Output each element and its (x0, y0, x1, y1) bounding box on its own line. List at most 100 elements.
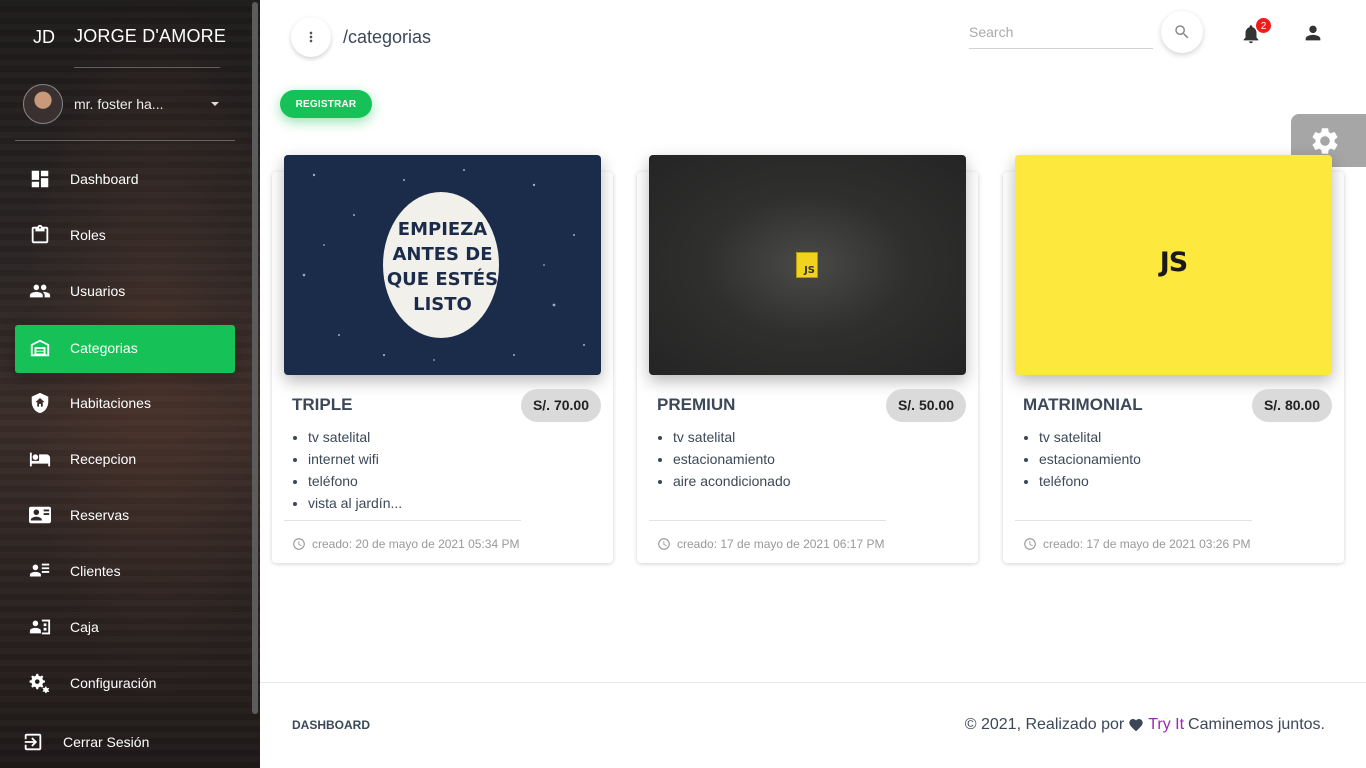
created-date: creado: 20 de mayo de 2021 05:34 PM (312, 537, 520, 551)
list-item: teléfono (1039, 472, 1141, 494)
sidebar-item-label: Configuración (70, 675, 157, 691)
card-image: JS (1015, 155, 1332, 375)
caret-down-icon (211, 102, 219, 106)
sidebar-item-caja[interactable]: Caja (15, 604, 235, 652)
brand[interactable]: JD JORGE D'AMORE (0, 0, 250, 68)
poster-line: QUE ESTÉS (386, 269, 499, 290)
card-title: MATRIMONIAL (1023, 395, 1143, 414)
sidebar-item-label: Usuarios (70, 283, 126, 299)
created-date: creado: 17 de mayo de 2021 03:26 PM (1043, 537, 1251, 551)
sidebar-item-roles[interactable]: Roles (15, 212, 235, 260)
sidebar-item-recepcion[interactable]: Recepcion (15, 436, 235, 484)
card-footer: creado: 17 de mayo de 2021 06:17 PM (657, 537, 884, 551)
footer-copyright: © 2021, Realizado por Try It Caminemos j… (965, 716, 1325, 734)
more-vert-icon (309, 31, 313, 43)
user-menu[interactable]: mr. foster ha... (0, 80, 250, 130)
list-item: estacionamiento (673, 450, 791, 472)
feature-list: tv satelital internet wifi teléfono vist… (308, 428, 402, 516)
category-card[interactable]: EMPIEZA ANTES DE QUE ESTÉS LISTO TRIPLE … (272, 155, 613, 563)
sidebar-item-label: Reservas (70, 507, 130, 523)
brand-name: JORGE D'AMORE (74, 26, 227, 46)
sidebar: JD JORGE D'AMORE mr. foster ha... Dashbo… (0, 0, 260, 768)
search-icon (1175, 25, 1189, 39)
feature-list: tv satelital estacionamiento teléfono (1039, 428, 1141, 494)
divider (74, 67, 220, 68)
category-card[interactable]: JS MATRIMONIAL S/. 80.00 tv satelital es… (1003, 155, 1344, 563)
sidebar-item-categorias[interactable]: Categorias (15, 325, 235, 373)
dashboard-icon (29, 168, 53, 192)
card-image: JS (649, 155, 966, 375)
list-item: vista al jardín... (308, 494, 402, 516)
poster-line: LISTO (413, 294, 472, 315)
gear-icon (1312, 127, 1338, 154)
shield-home-icon (29, 392, 53, 416)
clipboard-icon (29, 224, 53, 248)
feature-list: tv satelital estacionamiento aire acondi… (673, 428, 791, 494)
sidebar-item-clientes[interactable]: Clientes (15, 548, 235, 596)
list-item: aire acondicionado (673, 472, 791, 494)
js-logo: JS (1159, 247, 1189, 278)
people-icon (29, 280, 53, 304)
notification-badge: 2 (1255, 17, 1272, 34)
clock-icon (1024, 538, 1036, 550)
price-badge: S/. 70.00 (520, 389, 601, 422)
heart-icon (1129, 719, 1143, 732)
sidebar-item-label: Roles (70, 227, 106, 243)
sidebar-item-label: Caja (70, 619, 99, 635)
clock-icon (293, 538, 305, 550)
list-item: tv satelital (673, 428, 791, 450)
card-image: EMPIEZA ANTES DE QUE ESTÉS LISTO (284, 155, 601, 375)
brand-link[interactable]: Try It (1148, 716, 1184, 734)
search-button[interactable] (1161, 11, 1203, 53)
id-card-icon (29, 504, 53, 528)
bed-icon (29, 448, 53, 472)
logout-label: Cerrar Sesión (63, 734, 150, 750)
sidebar-item-label: Habitaciones (70, 395, 151, 411)
sidebar-item-label: Categorias (70, 340, 138, 356)
logout-icon (22, 731, 46, 755)
footer-divider (260, 682, 1366, 683)
divider (1015, 520, 1252, 521)
created-date: creado: 17 de mayo de 2021 06:17 PM (677, 537, 885, 551)
poster-line: EMPIEZA (397, 219, 488, 240)
register-button[interactable]: REGISTRAR (280, 90, 372, 118)
sidebar-item-usuarios[interactable]: Usuarios (15, 268, 235, 316)
user-name: mr. foster ha... (74, 96, 164, 112)
sidebar-item-label: Dashboard (70, 171, 139, 187)
clock-icon (658, 538, 670, 550)
divider (15, 140, 235, 141)
footer-dashboard-link[interactable]: DASHBOARD (292, 718, 370, 732)
search-input[interactable] (969, 16, 1153, 49)
cash-register-icon (29, 616, 53, 640)
sidebar-item-dashboard[interactable]: Dashboard (15, 156, 235, 204)
sidebar-item-label: Recepcion (70, 451, 137, 467)
sidebar-item-label: Clientes (70, 563, 121, 579)
list-item: estacionamiento (1039, 450, 1141, 472)
copyright-text: © 2021, Realizado por (964, 716, 1125, 733)
sidebar-item-reservas[interactable]: Reservas (15, 492, 235, 540)
card-title: TRIPLE (292, 395, 353, 414)
list-item: teléfono (308, 472, 402, 494)
card-footer: creado: 17 de mayo de 2021 03:26 PM (1023, 537, 1250, 551)
copyright-suffix: Caminemos juntos. (1188, 716, 1325, 733)
menu-toggle-button[interactable] (291, 17, 331, 57)
brand-initials: JD (33, 27, 55, 47)
sidebar-scrollbar[interactable] (252, 2, 258, 714)
avatar (23, 84, 63, 124)
card-footer: creado: 20 de mayo de 2021 05:34 PM (292, 537, 519, 551)
breadcrumb: /categorias (343, 27, 432, 47)
divider (284, 520, 521, 521)
list-item: tv satelital (308, 428, 402, 450)
card-title: PREMIUN (657, 395, 736, 414)
poster-line: ANTES DE (392, 244, 493, 265)
price-badge: S/. 80.00 (1251, 389, 1332, 422)
category-card[interactable]: JS PREMIUN S/. 50.00 tv satelital estaci… (637, 155, 978, 563)
sidebar-item-configuracion[interactable]: Configuración (15, 660, 235, 708)
account-icon[interactable] (1302, 22, 1324, 44)
warehouse-icon (29, 337, 53, 361)
gears-icon (29, 672, 53, 696)
sidebar-item-habitaciones[interactable]: Habitaciones (15, 380, 235, 428)
price-badge: S/. 50.00 (885, 389, 966, 422)
js-logo: JS (796, 252, 818, 278)
logout-button[interactable]: Cerrar Sesión (8, 719, 228, 767)
